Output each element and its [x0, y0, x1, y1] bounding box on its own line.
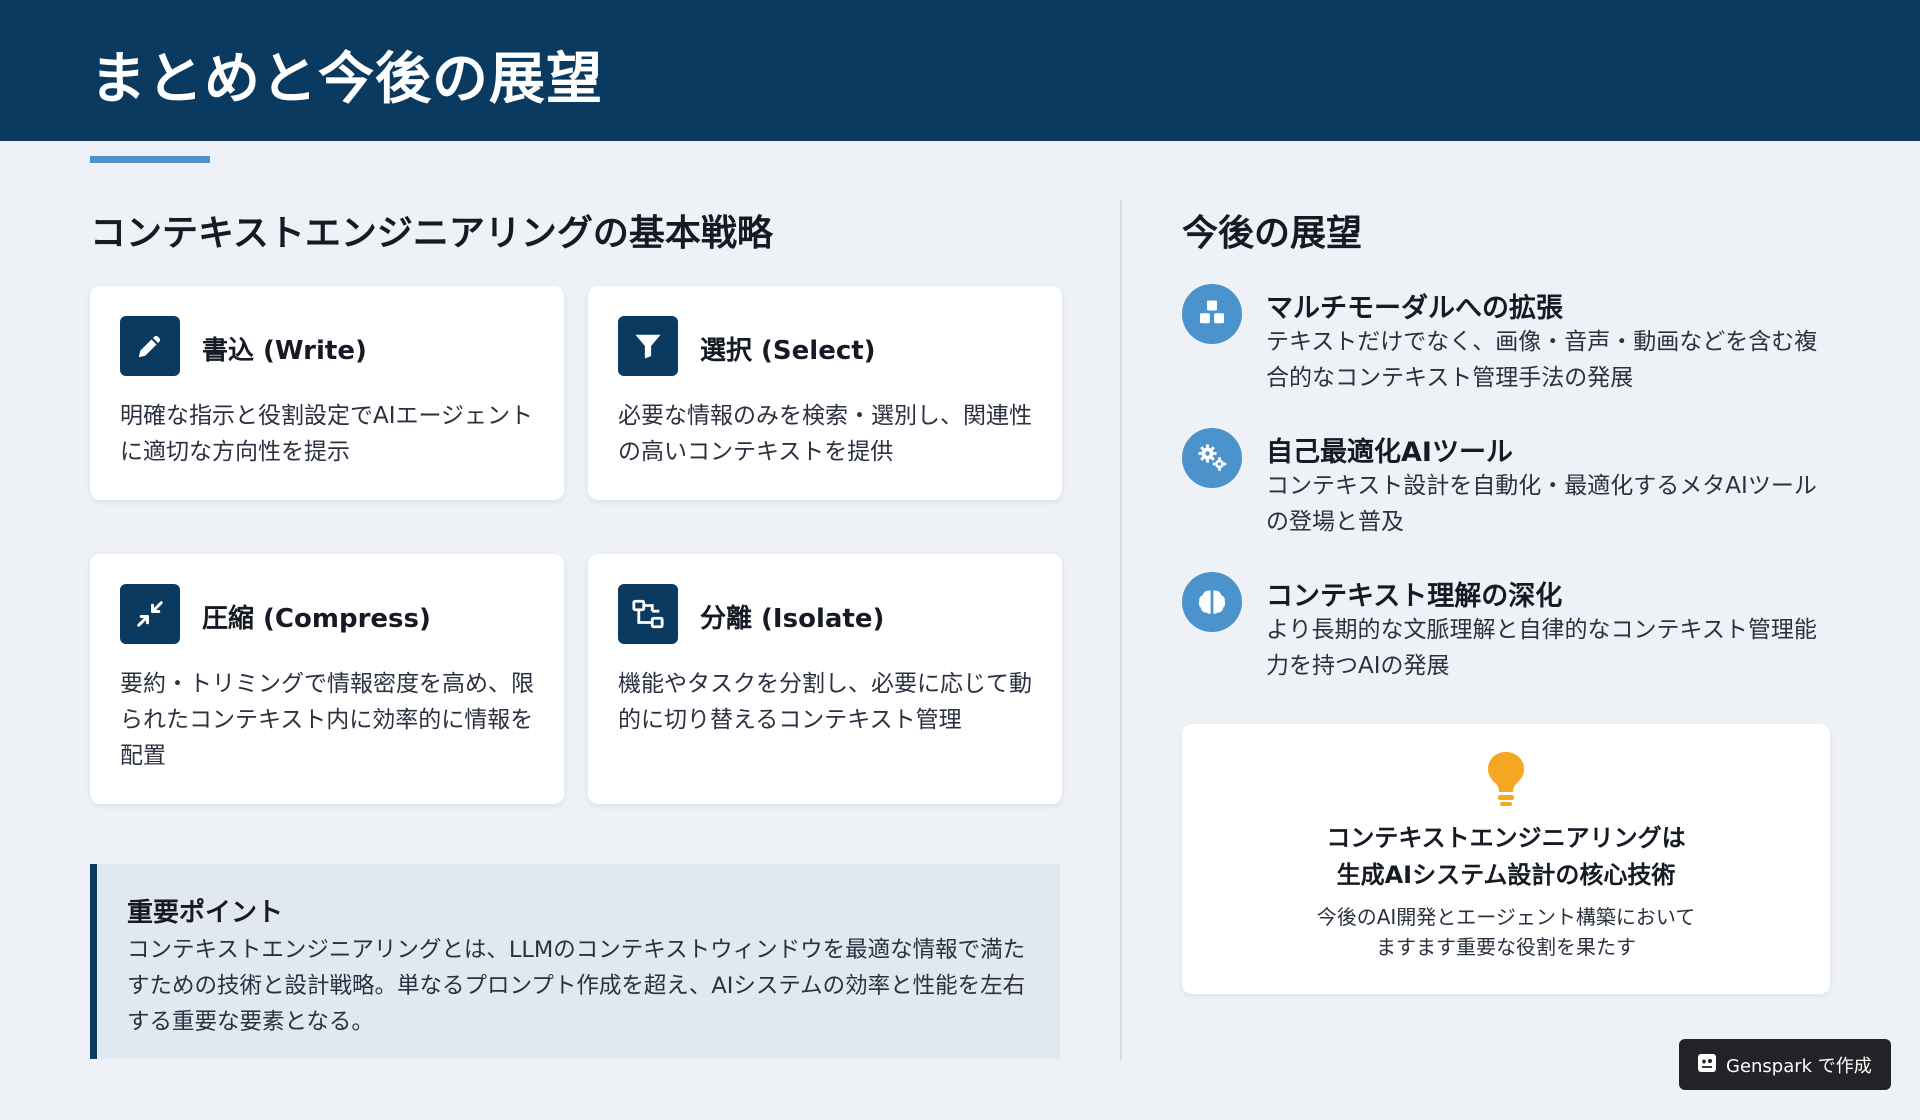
summary-sub-line2: ますます重要な役割を果たす — [1376, 935, 1636, 959]
brain-icon — [1182, 572, 1242, 632]
column-divider — [1120, 200, 1122, 1060]
card-title: 書込 (Write) — [202, 336, 367, 366]
outlook-item-title: 自己最適化AIツール — [1266, 437, 1513, 468]
key-point-title: 重要ポイント — [127, 898, 284, 928]
key-point-body: コンテキストエンジニアリングとは、LLMのコンテキストウィンドウを最適な情報で満… — [127, 937, 1026, 1035]
outlook-item-description: コンテキスト設計を自動化・最適化するメタAIツールの登場と普及 — [1266, 473, 1817, 535]
outlook-item-description: より長期的な文脈理解と自律的なコンテキスト管理能力を持つAIの発展 — [1266, 617, 1817, 679]
filter-icon — [618, 316, 678, 376]
summary-sub-line1: 今後のAI開発とエージェント構築において — [1316, 905, 1696, 929]
outlook-item-multimodal: マルチモーダルへの拡張 テキストだけでなく、画像・音声・動画などを含む複合的なコ… — [1182, 284, 1832, 414]
genspark-badge-label: Genspark で作成 — [1726, 1055, 1872, 1077]
outlook-section-title: 今後の展望 — [1182, 213, 1363, 254]
genspark-badge[interactable]: Genspark で作成 — [1679, 1039, 1891, 1090]
outlook-item-description: テキストだけでなく、画像・音声・動画などを含む複合的なコンテキスト管理手法の発展 — [1266, 329, 1818, 391]
card-description: 機能やタスクを分割し、必要に応じて動的に切り替えるコンテキスト管理 — [618, 671, 1032, 733]
header-bar: まとめと今後の展望 — [0, 0, 1920, 141]
outlook-item-title: コンテキスト理解の深化 — [1266, 581, 1563, 612]
gears-icon — [1182, 428, 1242, 488]
card-title: 分離 (Isolate) — [700, 604, 885, 634]
card-description: 要約・トリミングで情報密度を高め、限られたコンテキスト内に効率的に情報を配置 — [120, 671, 534, 769]
outlook-item-deeper-understanding: コンテキスト理解の深化 より長期的な文脈理解と自律的なコンテキスト管理能力を持つ… — [1182, 572, 1832, 702]
key-point-box: 重要ポイント コンテキストエンジニアリングとは、LLMのコンテキストウィンドウを… — [90, 864, 1060, 1059]
split-icon — [618, 584, 678, 644]
lightbulb-icon — [1484, 750, 1528, 808]
summary-subtext: 今後のAI開発とエージェント構築において ますます重要な役割を果たす — [1182, 902, 1830, 962]
summary-card: コンテキストエンジニアリングは 生成AIシステム設計の核心技術 今後のAI開発と… — [1182, 724, 1830, 994]
strategy-card-isolate: 分離 (Isolate) 機能やタスクを分割し、必要に応じて動的に切り替えるコン… — [588, 554, 1062, 804]
summary-headline-line2: 生成AIシステム設計の核心技術 — [1336, 861, 1676, 889]
card-description: 必要な情報のみを検索・選別し、関連性の高いコンテキストを提供 — [618, 403, 1032, 465]
card-title: 圧縮 (Compress) — [202, 604, 431, 634]
card-title: 選択 (Select) — [700, 336, 876, 366]
pencil-icon — [120, 316, 180, 376]
summary-headline: コンテキストエンジニアリングは 生成AIシステム設計の核心技術 — [1182, 820, 1830, 894]
strategy-card-select: 選択 (Select) 必要な情報のみを検索・選別し、関連性の高いコンテキストを… — [588, 286, 1062, 500]
strategy-section-title: コンテキストエンジニアリングの基本戦略 — [90, 213, 773, 254]
accent-bar — [90, 156, 210, 163]
summary-headline-line1: コンテキストエンジニアリングは — [1326, 824, 1686, 852]
page-title: まとめと今後の展望 — [90, 47, 603, 112]
card-description: 明確な指示と役割設定でAIエージェントに適切な方向性を提示 — [120, 403, 534, 465]
compress-icon — [120, 584, 180, 644]
strategy-card-compress: 圧縮 (Compress) 要約・トリミングで情報密度を高め、限られたコンテキス… — [90, 554, 564, 804]
genspark-icon — [1697, 1053, 1717, 1077]
outlook-item-title: マルチモーダルへの拡張 — [1266, 293, 1563, 324]
cubes-icon — [1182, 284, 1242, 344]
outlook-item-self-optimizing: 自己最適化AIツール コンテキスト設計を自動化・最適化するメタAIツールの登場と… — [1182, 428, 1832, 558]
strategy-card-write: 書込 (Write) 明確な指示と役割設定でAIエージェントに適切な方向性を提示 — [90, 286, 564, 500]
